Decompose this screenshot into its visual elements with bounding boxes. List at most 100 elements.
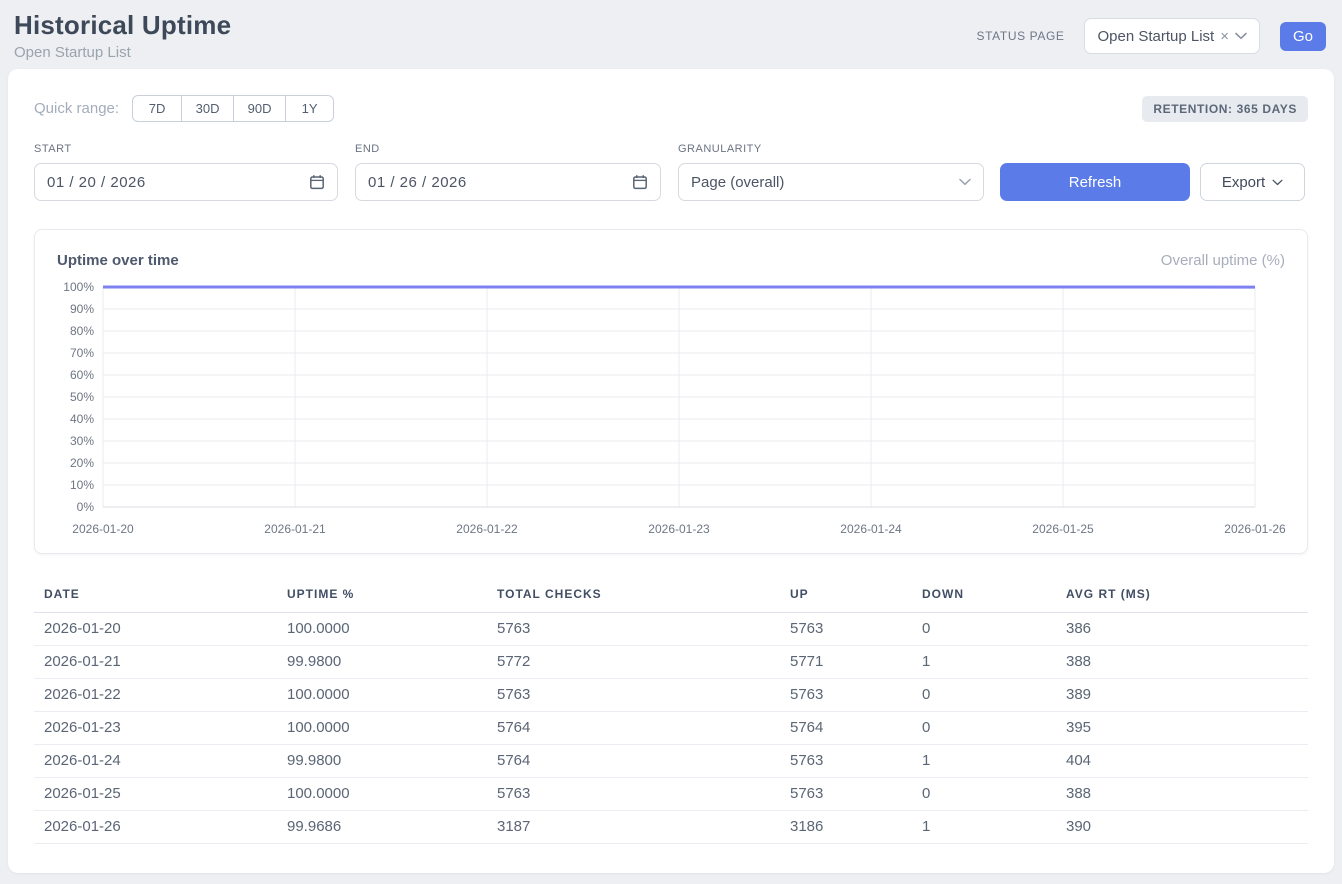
svg-text:2026-01-25: 2026-01-25 bbox=[1032, 522, 1094, 536]
table-cell: 2026-01-23 bbox=[34, 712, 277, 745]
status-page-selected-value: Open Startup List bbox=[1097, 28, 1214, 45]
table-cell: 5763 bbox=[780, 679, 912, 712]
table-cell: 5772 bbox=[487, 646, 780, 679]
go-button[interactable]: Go bbox=[1280, 22, 1326, 51]
table-cell: 100.0000 bbox=[277, 679, 487, 712]
table-cell: 2026-01-20 bbox=[34, 613, 277, 646]
table-row: 2026-01-2699.9686318731861390 bbox=[34, 811, 1308, 844]
svg-text:2026-01-20: 2026-01-20 bbox=[72, 522, 134, 536]
svg-text:100%: 100% bbox=[63, 280, 94, 294]
svg-text:90%: 90% bbox=[70, 302, 94, 316]
table-cell: 404 bbox=[1056, 745, 1308, 778]
granularity-label: GRANULARITY bbox=[678, 143, 984, 155]
start-date-label: START bbox=[34, 143, 338, 155]
export-button[interactable]: Export bbox=[1200, 163, 1305, 201]
table-header-row: DATEUPTIME %TOTAL CHECKSUPDOWNAVG RT (MS… bbox=[34, 578, 1308, 613]
table-cell: 99.9800 bbox=[277, 745, 487, 778]
page-header: Historical Uptime Open Startup List STAT… bbox=[0, 0, 1342, 69]
quick-range-row: Quick range: 7D30D90D1Y RETENTION: 365 D… bbox=[34, 95, 1308, 122]
start-date-input[interactable]: 01 / 20 / 2026 bbox=[34, 163, 338, 201]
table-row: 2026-01-20100.0000576357630386 bbox=[34, 613, 1308, 646]
end-date-input[interactable]: 01 / 26 / 2026 bbox=[355, 163, 661, 201]
svg-text:2026-01-24: 2026-01-24 bbox=[840, 522, 902, 536]
table-cell: 99.9686 bbox=[277, 811, 487, 844]
svg-text:10%: 10% bbox=[70, 478, 94, 492]
table-row: 2026-01-23100.0000576457640395 bbox=[34, 712, 1308, 745]
table-cell: 99.9800 bbox=[277, 646, 487, 679]
svg-text:40%: 40% bbox=[70, 412, 94, 426]
table-cell: 3187 bbox=[487, 811, 780, 844]
column-header: AVG RT (MS) bbox=[1056, 578, 1308, 613]
table-cell: 1 bbox=[912, 646, 1056, 679]
chevron-down-icon bbox=[1272, 179, 1283, 186]
table-cell: 388 bbox=[1056, 646, 1308, 679]
svg-text:2026-01-23: 2026-01-23 bbox=[648, 522, 710, 536]
table-cell: 2026-01-26 bbox=[34, 811, 277, 844]
svg-text:60%: 60% bbox=[70, 368, 94, 382]
start-date-field: START 01 / 20 / 2026 bbox=[34, 143, 338, 201]
granularity-select[interactable]: Page (overall) bbox=[678, 163, 984, 201]
table-cell: 5764 bbox=[487, 712, 780, 745]
quick-range-1y-button[interactable]: 1Y bbox=[285, 95, 334, 122]
calendar-icon[interactable] bbox=[632, 174, 648, 190]
quick-range-7d-button[interactable]: 7D bbox=[132, 95, 182, 122]
table-row: 2026-01-2199.9800577257711388 bbox=[34, 646, 1308, 679]
filters-row: START 01 / 20 / 2026 END 01 / 26 / 2026 bbox=[34, 143, 1308, 201]
table-cell: 0 bbox=[912, 778, 1056, 811]
table-body: 2026-01-20100.00005763576303862026-01-21… bbox=[34, 613, 1308, 844]
table-cell: 2026-01-22 bbox=[34, 679, 277, 712]
svg-text:0%: 0% bbox=[77, 500, 95, 514]
svg-text:80%: 80% bbox=[70, 324, 94, 338]
table-row: 2026-01-22100.0000576357630389 bbox=[34, 679, 1308, 712]
uptime-chart: 2026-01-20 2026-01-21 2026-01-22 2026-01-23… bbox=[51, 277, 1293, 537]
svg-text:50%: 50% bbox=[70, 390, 94, 404]
table-row: 2026-01-25100.0000576357630388 bbox=[34, 778, 1308, 811]
table-cell: 5763 bbox=[487, 613, 780, 646]
table-cell: 389 bbox=[1056, 679, 1308, 712]
chevron-down-icon bbox=[959, 178, 971, 186]
svg-text:2026-01-22: 2026-01-22 bbox=[456, 522, 518, 536]
table-cell: 2026-01-25 bbox=[34, 778, 277, 811]
header-actions: STATUS PAGE Open Startup List × Go bbox=[977, 18, 1326, 54]
chart-legend: Overall uptime (%) bbox=[1161, 252, 1285, 269]
uptime-table: DATEUPTIME %TOTAL CHECKSUPDOWNAVG RT (MS… bbox=[34, 578, 1308, 844]
table-cell: 5763 bbox=[780, 613, 912, 646]
svg-text:2026-01-21: 2026-01-21 bbox=[264, 522, 326, 536]
granularity-selected-value: Page (overall) bbox=[691, 174, 784, 191]
end-date-field: END 01 / 26 / 2026 bbox=[355, 143, 661, 201]
column-header: UPTIME % bbox=[277, 578, 487, 613]
table-cell: 100.0000 bbox=[277, 712, 487, 745]
table-cell: 2026-01-24 bbox=[34, 745, 277, 778]
column-header: TOTAL CHECKS bbox=[487, 578, 780, 613]
table-cell: 5763 bbox=[780, 745, 912, 778]
quick-range-90d-button[interactable]: 90D bbox=[233, 95, 286, 122]
table-cell: 5763 bbox=[780, 778, 912, 811]
end-date-value: 01 / 26 / 2026 bbox=[368, 174, 467, 191]
table-cell: 388 bbox=[1056, 778, 1308, 811]
table-cell: 3186 bbox=[780, 811, 912, 844]
header-titles: Historical Uptime Open Startup List bbox=[14, 10, 231, 61]
table-cell: 5763 bbox=[487, 679, 780, 712]
column-header: UP bbox=[780, 578, 912, 613]
svg-text:2026-01-26: 2026-01-26 bbox=[1224, 522, 1286, 536]
quick-range-30d-button[interactable]: 30D bbox=[181, 95, 234, 122]
table-row: 2026-01-2499.9800576457631404 bbox=[34, 745, 1308, 778]
main-card: Quick range: 7D30D90D1Y RETENTION: 365 D… bbox=[8, 69, 1334, 873]
end-date-label: END bbox=[355, 143, 661, 155]
table-cell: 100.0000 bbox=[277, 778, 487, 811]
table-cell: 5764 bbox=[487, 745, 780, 778]
calendar-icon[interactable] bbox=[309, 174, 325, 190]
table-cell: 1 bbox=[912, 745, 1056, 778]
table-cell: 5763 bbox=[487, 778, 780, 811]
export-button-label: Export bbox=[1222, 174, 1265, 191]
chart-header: Uptime over time Overall uptime (%) bbox=[51, 246, 1291, 271]
refresh-button[interactable]: Refresh bbox=[1000, 163, 1190, 201]
clear-selection-icon[interactable]: × bbox=[1220, 28, 1229, 45]
table-cell: 0 bbox=[912, 712, 1056, 745]
table-cell: 1 bbox=[912, 811, 1056, 844]
column-header: DATE bbox=[34, 578, 277, 613]
table-cell: 395 bbox=[1056, 712, 1308, 745]
chart-card: Uptime over time Overall uptime (%) 2026… bbox=[34, 229, 1308, 554]
chevron-down-icon bbox=[1235, 32, 1247, 40]
status-page-select[interactable]: Open Startup List × bbox=[1084, 18, 1260, 54]
